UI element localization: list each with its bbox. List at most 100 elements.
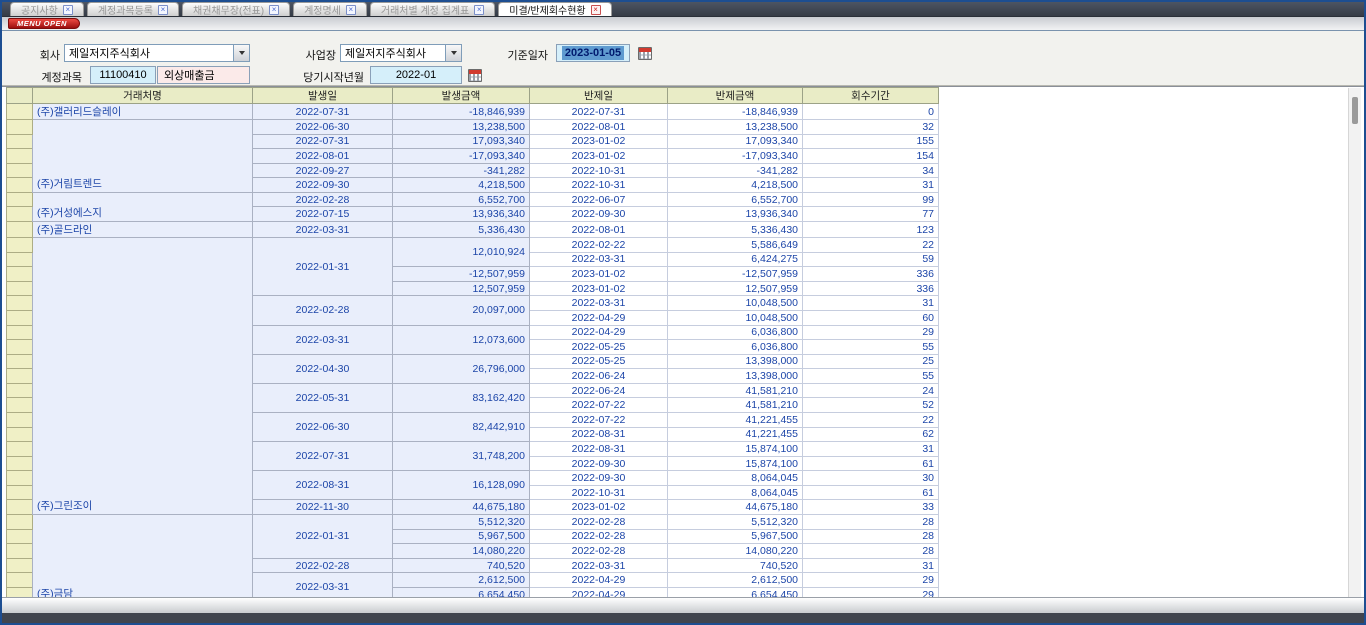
collect-days-cell[interactable]: 22 — [803, 412, 939, 427]
repay-date-cell[interactable]: 2022-02-22 — [530, 238, 668, 253]
occur-date-cell[interactable]: 2022-01-31 — [253, 515, 393, 559]
repay-amount-cell[interactable]: 5,336,430 — [668, 222, 803, 238]
row-selector[interactable] — [7, 456, 33, 471]
collect-days-cell[interactable]: 30 — [803, 471, 939, 486]
collect-days-cell[interactable]: 31 — [803, 442, 939, 457]
repay-date-cell[interactable]: 2022-02-28 — [530, 529, 668, 544]
repay-amount-cell[interactable]: 6,036,800 — [668, 340, 803, 355]
occur-amount-cell[interactable]: 17,093,340 — [393, 134, 530, 149]
occur-date-cell[interactable]: 2022-07-15 — [253, 207, 393, 222]
repay-amount-cell[interactable]: 14,080,220 — [668, 544, 803, 559]
occur-date-cell[interactable]: 2022-03-31 — [253, 573, 393, 597]
repay-date-cell[interactable]: 2022-09-30 — [530, 471, 668, 486]
collect-days-cell[interactable]: 336 — [803, 267, 939, 282]
row-selector[interactable] — [7, 544, 33, 559]
tab-close-icon[interactable]: × — [63, 5, 73, 15]
customer-cell[interactable]: (주)금담 — [33, 515, 253, 597]
row-selector[interactable] — [7, 442, 33, 457]
occur-date-cell[interactable]: 2022-07-31 — [253, 104, 393, 120]
occur-amount-cell[interactable]: -12,507,959 — [393, 267, 530, 282]
occur-date-cell[interactable]: 2022-04-30 — [253, 354, 393, 383]
chevron-down-icon[interactable] — [445, 45, 461, 61]
repay-amount-cell[interactable]: 41,221,455 — [668, 412, 803, 427]
row-selector[interactable] — [7, 207, 33, 222]
occur-amount-cell[interactable]: -341,282 — [393, 163, 530, 178]
occur-amount-cell[interactable]: 4,218,500 — [393, 178, 530, 193]
row-selector[interactable] — [7, 134, 33, 149]
repay-amount-cell[interactable]: 13,238,500 — [668, 120, 803, 135]
collect-days-cell[interactable]: 28 — [803, 515, 939, 530]
repay-date-cell[interactable]: 2022-09-30 — [530, 207, 668, 222]
repay-amount-cell[interactable]: 6,654,450 — [668, 587, 803, 597]
row-selector[interactable] — [7, 267, 33, 282]
repay-date-cell[interactable]: 2022-10-31 — [530, 485, 668, 500]
row-selector[interactable] — [7, 369, 33, 384]
occur-amount-cell[interactable]: 16,128,090 — [393, 471, 530, 500]
tab-close-icon[interactable]: × — [158, 5, 168, 15]
occur-amount-cell[interactable]: 31,748,200 — [393, 442, 530, 471]
repay-date-cell[interactable]: 2022-04-29 — [530, 310, 668, 325]
collect-days-cell[interactable]: 28 — [803, 529, 939, 544]
tab-close-icon[interactable]: × — [591, 5, 601, 15]
occur-amount-cell[interactable]: 13,238,500 — [393, 120, 530, 135]
row-selector[interactable] — [7, 238, 33, 253]
tab-1[interactable]: 계정과목등록× — [87, 2, 179, 16]
row-selector[interactable] — [7, 500, 33, 515]
repay-amount-cell[interactable]: 4,218,500 — [668, 178, 803, 193]
collect-days-cell[interactable]: 28 — [803, 544, 939, 559]
menu-open-button[interactable]: MENU OPEN — [8, 18, 80, 29]
collect-days-cell[interactable]: 59 — [803, 252, 939, 267]
col-header-occur-amount[interactable]: 발생금액 — [393, 88, 530, 104]
tab-3[interactable]: 계정명세× — [293, 2, 367, 16]
occur-amount-cell[interactable]: 5,336,430 — [393, 222, 530, 238]
occur-date-cell[interactable]: 2022-01-31 — [253, 238, 393, 296]
collect-days-cell[interactable]: 31 — [803, 178, 939, 193]
chevron-down-icon[interactable] — [233, 45, 249, 61]
repay-amount-cell[interactable]: -12,507,959 — [668, 267, 803, 282]
tab-close-icon[interactable]: × — [269, 5, 279, 15]
repay-amount-cell[interactable]: -17,093,340 — [668, 149, 803, 164]
company-select[interactable]: 제일저지주식회사 — [64, 44, 250, 62]
occur-date-cell[interactable]: 2022-09-27 — [253, 163, 393, 178]
collect-days-cell[interactable]: 123 — [803, 222, 939, 238]
row-selector[interactable] — [7, 281, 33, 296]
row-selector[interactable] — [7, 192, 33, 207]
customer-cell[interactable]: (주)거림트렌드 — [33, 120, 253, 193]
repay-date-cell[interactable]: 2022-02-28 — [530, 544, 668, 559]
occur-amount-cell[interactable]: 26,796,000 — [393, 354, 530, 383]
collect-days-cell[interactable]: 52 — [803, 398, 939, 413]
occur-amount-cell[interactable]: 82,442,910 — [393, 412, 530, 441]
collect-days-cell[interactable]: 55 — [803, 369, 939, 384]
row-selector[interactable] — [7, 558, 33, 573]
occur-date-cell[interactable]: 2022-03-31 — [253, 325, 393, 354]
tab-0[interactable]: 공지사항× — [10, 2, 84, 16]
repay-amount-cell[interactable]: 15,874,100 — [668, 456, 803, 471]
calendar-icon[interactable] — [468, 69, 482, 82]
repay-amount-cell[interactable]: 10,048,500 — [668, 296, 803, 311]
repay-date-cell[interactable]: 2022-05-25 — [530, 340, 668, 355]
occur-date-cell[interactable]: 2022-07-31 — [253, 442, 393, 471]
repay-amount-cell[interactable]: 44,675,180 — [668, 500, 803, 515]
account-name-field[interactable]: 외상매출금 — [157, 66, 250, 84]
row-selector[interactable] — [7, 325, 33, 340]
repay-amount-cell[interactable]: 17,093,340 — [668, 134, 803, 149]
repay-date-cell[interactable]: 2022-08-31 — [530, 427, 668, 442]
scrollbar-thumb[interactable] — [1352, 97, 1358, 124]
row-selector[interactable] — [7, 587, 33, 597]
customer-cell[interactable]: (주)갤러리드슬레이 — [33, 104, 253, 120]
repay-amount-cell[interactable]: 13,936,340 — [668, 207, 803, 222]
collect-days-cell[interactable]: 0 — [803, 104, 939, 120]
repay-date-cell[interactable]: 2023-01-02 — [530, 281, 668, 296]
site-select[interactable]: 제일저지주식회사 — [340, 44, 462, 62]
repay-amount-cell[interactable]: 5,967,500 — [668, 529, 803, 544]
collect-days-cell[interactable]: 32 — [803, 120, 939, 135]
repay-date-cell[interactable]: 2022-03-31 — [530, 296, 668, 311]
occur-amount-cell[interactable]: 12,073,600 — [393, 325, 530, 354]
occur-amount-cell[interactable]: 6,552,700 — [393, 192, 530, 207]
occur-date-cell[interactable]: 2022-06-30 — [253, 412, 393, 441]
row-selector[interactable] — [7, 529, 33, 544]
repay-date-cell[interactable]: 2022-06-24 — [530, 383, 668, 398]
repay-amount-cell[interactable]: 6,036,800 — [668, 325, 803, 340]
occur-amount-cell[interactable]: 6,654,450 — [393, 587, 530, 597]
repay-date-cell[interactable]: 2022-09-30 — [530, 456, 668, 471]
